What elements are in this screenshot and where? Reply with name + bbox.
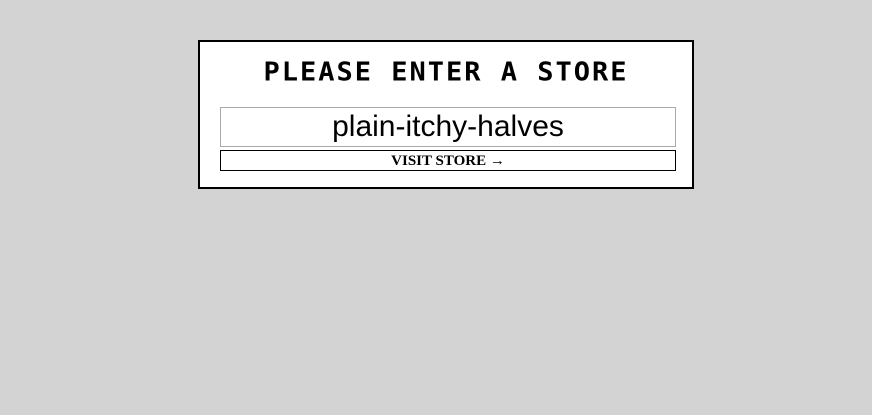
store-form-panel: Please enter a store VISIT STORE →: [198, 40, 694, 189]
page-title: Please enter a store: [263, 57, 629, 88]
visit-store-button[interactable]: VISIT STORE →: [220, 150, 676, 171]
store-name-input[interactable]: [220, 107, 676, 147]
